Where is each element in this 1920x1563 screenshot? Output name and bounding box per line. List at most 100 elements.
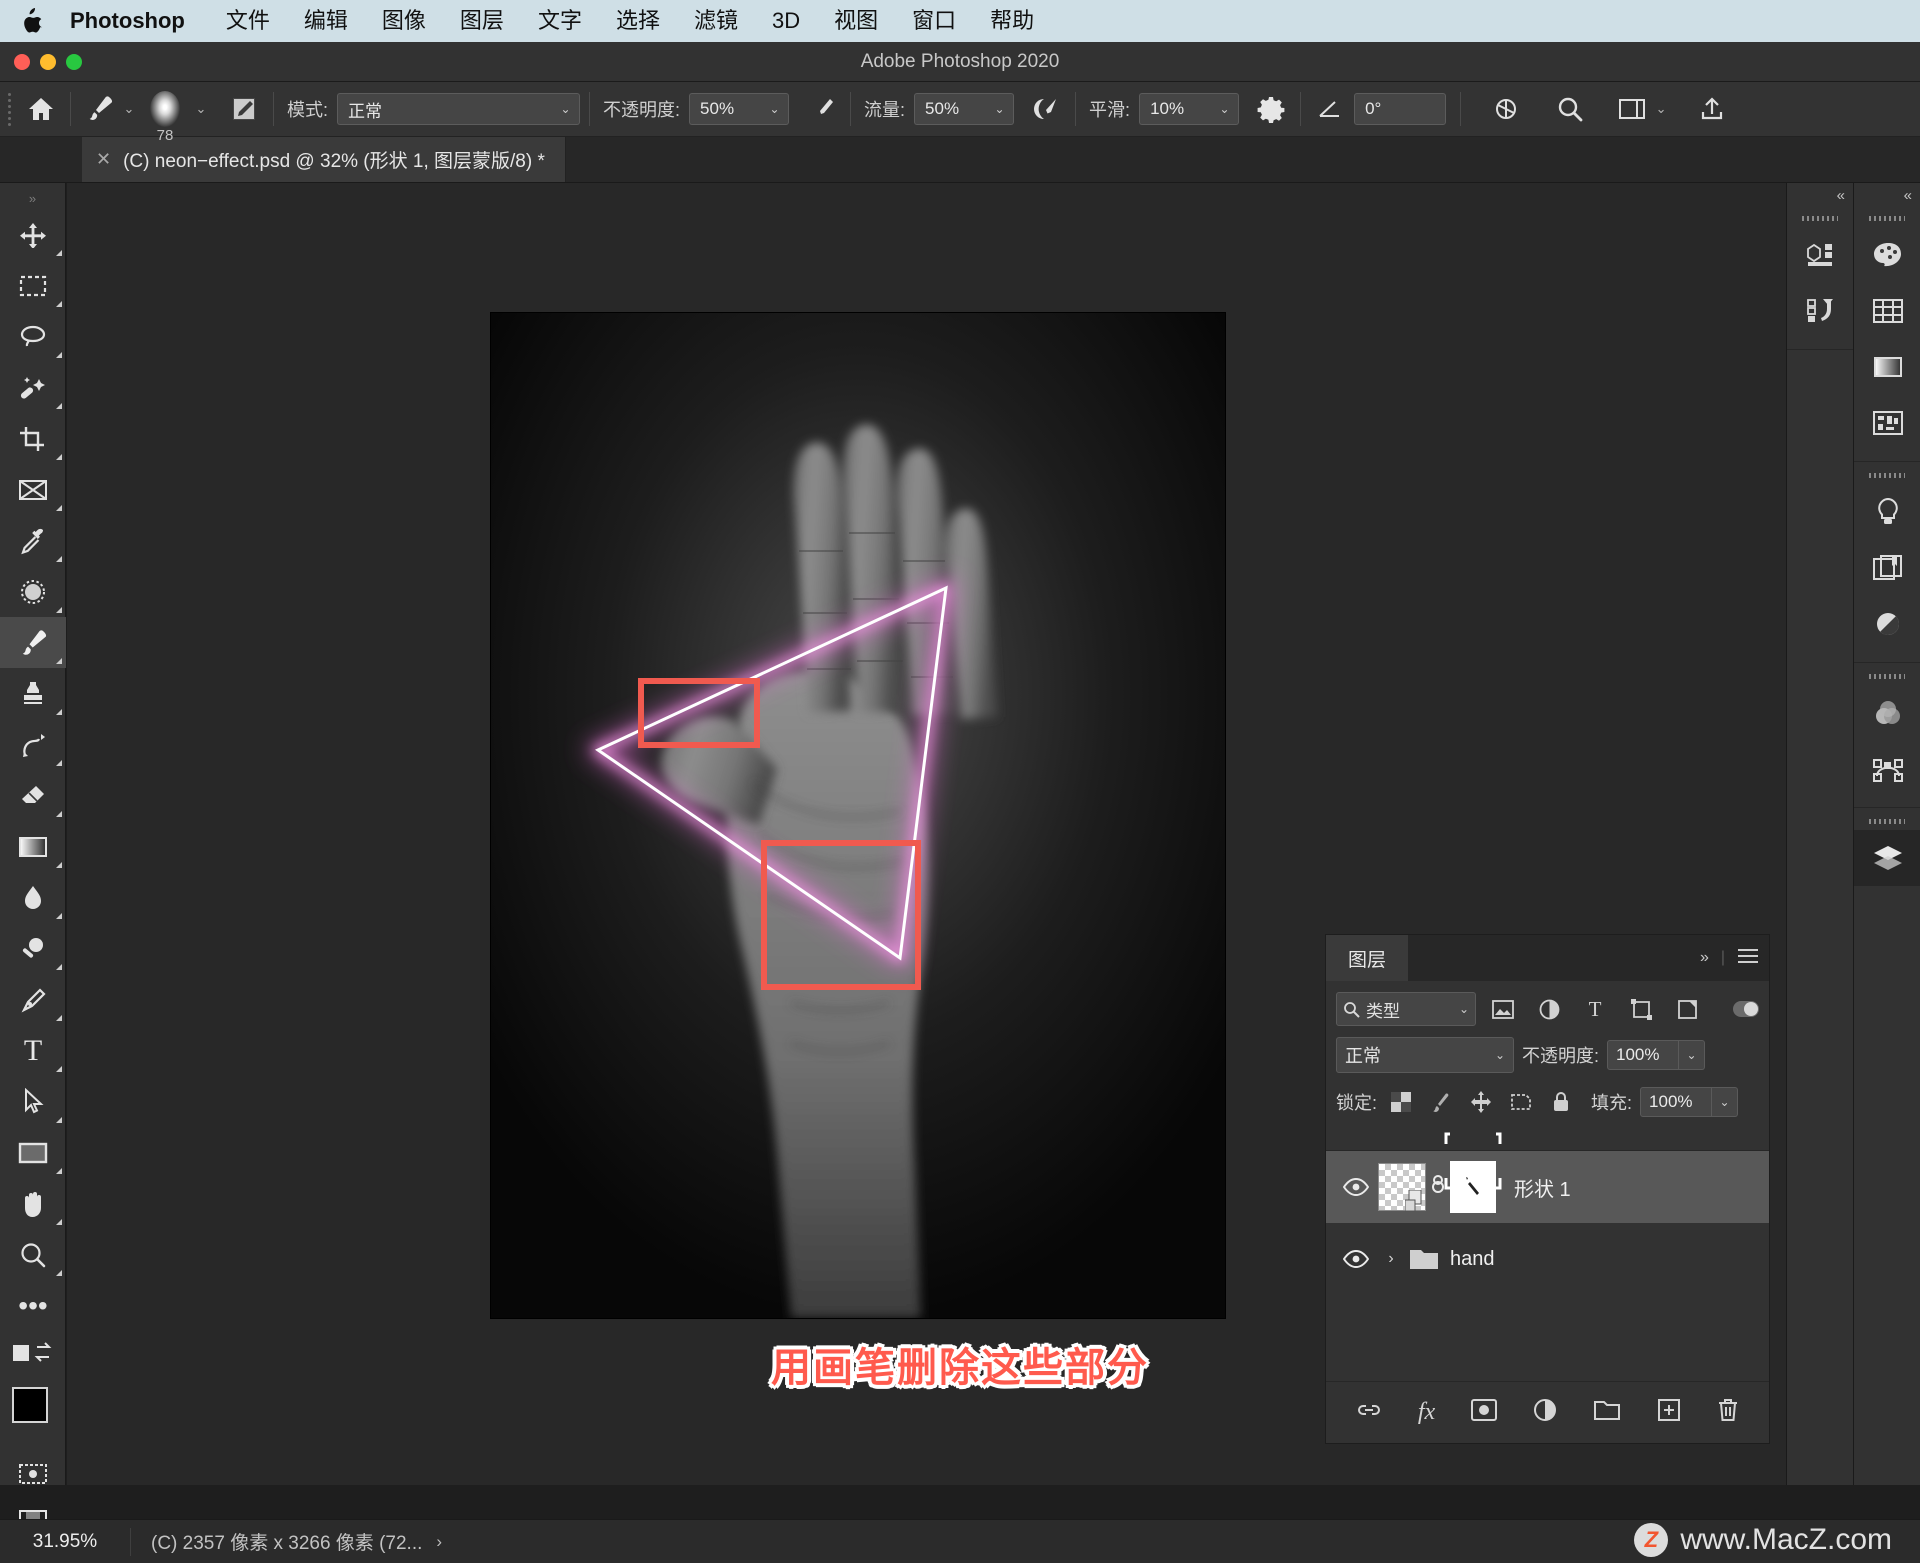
adjustment-layer-icon[interactable] (1533, 1398, 1557, 1427)
chevron-right-icon[interactable]: › (422, 1532, 442, 1552)
layers-stack-icon[interactable] (1854, 830, 1920, 886)
type-tool[interactable]: T (0, 1025, 66, 1076)
history-brush-tool[interactable] (0, 719, 66, 770)
menu-item-image[interactable]: 图像 (365, 0, 443, 42)
search-icon[interactable] (1550, 89, 1590, 129)
layer-fx-icon[interactable]: fx (1418, 1399, 1435, 1426)
maximize-window-button[interactable] (66, 54, 82, 70)
zoom-level[interactable]: 31.95% (0, 1531, 130, 1553)
symmetry-icon[interactable] (1486, 89, 1526, 129)
chevron-down-icon[interactable]: ⌄ (1712, 1087, 1739, 1117)
3d-panel-icon[interactable] (1787, 227, 1854, 283)
filter-shape-icon[interactable] (1622, 992, 1660, 1026)
canvas-area[interactable]: 用画笔删除这些部分 图层 » | 类型 ⌄ T 正常 ⌄ 不透明度: 100% … (67, 183, 1853, 1485)
brush-tool-icon[interactable] (80, 89, 120, 129)
menu-item-3d[interactable]: 3D (755, 0, 817, 42)
chevron-down-icon[interactable]: ⌄ (1679, 1040, 1706, 1070)
move-tool[interactable] (0, 209, 66, 260)
layer-row-shape-1[interactable]: 形状 1 (1326, 1132, 1769, 1223)
collapse-chevrons-icon[interactable]: » (1700, 949, 1709, 967)
blur-tool[interactable] (0, 872, 66, 923)
gradients-icon[interactable] (1854, 339, 1920, 395)
brush-settings-icon[interactable] (224, 89, 264, 129)
layer-mask-thumbnail[interactable] (1450, 1161, 1496, 1213)
lock-all-icon[interactable] (1545, 1087, 1577, 1117)
lock-transparent-icon[interactable] (1385, 1087, 1417, 1117)
menu-item-file[interactable]: 文件 (209, 0, 287, 42)
history-actions-icon[interactable] (1787, 283, 1854, 339)
dock-grip[interactable] (1787, 209, 1853, 227)
tools-panel-grip[interactable]: » (0, 187, 65, 209)
shape-tool[interactable] (0, 1127, 66, 1178)
adjustment-half-circle-icon[interactable] (1854, 596, 1920, 652)
filter-smart-icon[interactable] (1668, 992, 1706, 1026)
brush-preset-chevron-icon[interactable]: ⌄ (120, 101, 138, 117)
menu-item-help[interactable]: 帮助 (973, 0, 1051, 42)
zoom-tool[interactable] (0, 1229, 66, 1280)
menu-item-view[interactable]: 视图 (817, 0, 895, 42)
close-icon[interactable]: ✕ (96, 150, 111, 168)
spot-heal-tool[interactable] (0, 566, 66, 617)
layers-panel[interactable]: 图层 » | 类型 ⌄ T 正常 ⌄ 不透明度: 100% ⌄ 锁定: 填充: … (1325, 934, 1770, 1444)
dodge-tool[interactable] (0, 923, 66, 974)
panel-menu-icon[interactable] (1737, 948, 1759, 969)
blend-mode-select[interactable]: 正常 ⌄ (337, 93, 581, 125)
pen-tool[interactable] (0, 974, 66, 1025)
filter-pixel-icon[interactable] (1484, 992, 1522, 1026)
layer-name[interactable]: 形状 1 (1514, 1173, 1571, 1202)
foreground-color-swatch[interactable] (12, 1387, 48, 1423)
brush-angle-icon[interactable] (1310, 89, 1350, 129)
layer-row-hand[interactable]: › hand (1326, 1223, 1769, 1295)
hand-tool[interactable] (0, 1178, 66, 1229)
collapse-chevrons-icon[interactable]: « (1837, 187, 1845, 204)
lock-image-icon[interactable] (1425, 1087, 1457, 1117)
minimize-window-button[interactable] (40, 54, 56, 70)
menu-item-select[interactable]: 选择 (599, 0, 677, 42)
lock-artboard-icon[interactable] (1505, 1087, 1537, 1117)
layer-thumbnail[interactable] (1378, 1163, 1426, 1212)
menu-item-type[interactable]: 文字 (521, 0, 599, 42)
dock-grip[interactable] (1854, 466, 1920, 484)
tab-layers[interactable]: 图层 (1326, 935, 1409, 981)
layer-opacity-value[interactable]: 100% (1607, 1040, 1680, 1070)
collapse-chevrons-icon[interactable]: « (1904, 187, 1912, 204)
adjustments-bulb-icon[interactable] (1854, 484, 1920, 540)
clone-stamp-tool[interactable] (0, 668, 66, 719)
paths-icon[interactable] (1854, 741, 1920, 797)
frame-tool[interactable] (0, 464, 66, 515)
link-layers-icon[interactable] (1356, 1399, 1382, 1426)
channels-venn-icon[interactable] (1854, 685, 1920, 741)
delete-layer-icon[interactable] (1717, 1398, 1739, 1427)
workspace-icon[interactable] (1612, 89, 1652, 129)
libraries-icon[interactable] (1854, 540, 1920, 596)
swatches-grid-icon[interactable] (1854, 283, 1920, 339)
new-group-icon[interactable] (1593, 1399, 1621, 1427)
more-tools[interactable]: ••• (0, 1280, 66, 1331)
menu-item-layer[interactable]: 图层 (443, 0, 521, 42)
filter-type-icon[interactable]: T (1576, 992, 1614, 1026)
new-layer-icon[interactable] (1657, 1398, 1681, 1427)
filter-enable-toggle[interactable] (1733, 1001, 1759, 1017)
brush-angle-value[interactable]: 0° (1354, 93, 1447, 125)
layer-blend-mode-select[interactable]: 正常 ⌄ (1336, 1037, 1514, 1073)
patterns-icon[interactable] (1854, 395, 1920, 451)
close-window-button[interactable] (14, 54, 30, 70)
brush-tool[interactable] (0, 617, 66, 668)
menu-item-window[interactable]: 窗口 (895, 0, 973, 42)
marquee-tool[interactable] (0, 260, 66, 311)
eraser-tool[interactable] (0, 770, 66, 821)
lasso-tool[interactable] (0, 311, 66, 362)
lock-position-icon[interactable] (1465, 1087, 1497, 1117)
options-bar-grip[interactable] (6, 92, 15, 126)
group-expand-chevron-icon[interactable]: › (1378, 1250, 1404, 1268)
add-mask-icon[interactable] (1471, 1399, 1498, 1426)
crop-tool[interactable] (0, 413, 66, 464)
gradient-tool[interactable] (0, 821, 66, 872)
color-palette-icon[interactable] (1854, 227, 1920, 283)
quick-select-tool[interactable] (0, 362, 66, 413)
share-icon[interactable] (1692, 89, 1732, 129)
flow-input[interactable]: 50% ⌄ (914, 93, 1015, 125)
edit-toolbar[interactable] (0, 1331, 66, 1375)
filter-adjustment-icon[interactable] (1530, 992, 1568, 1026)
workspace-chevron-icon[interactable]: ⌄ (1652, 101, 1670, 117)
